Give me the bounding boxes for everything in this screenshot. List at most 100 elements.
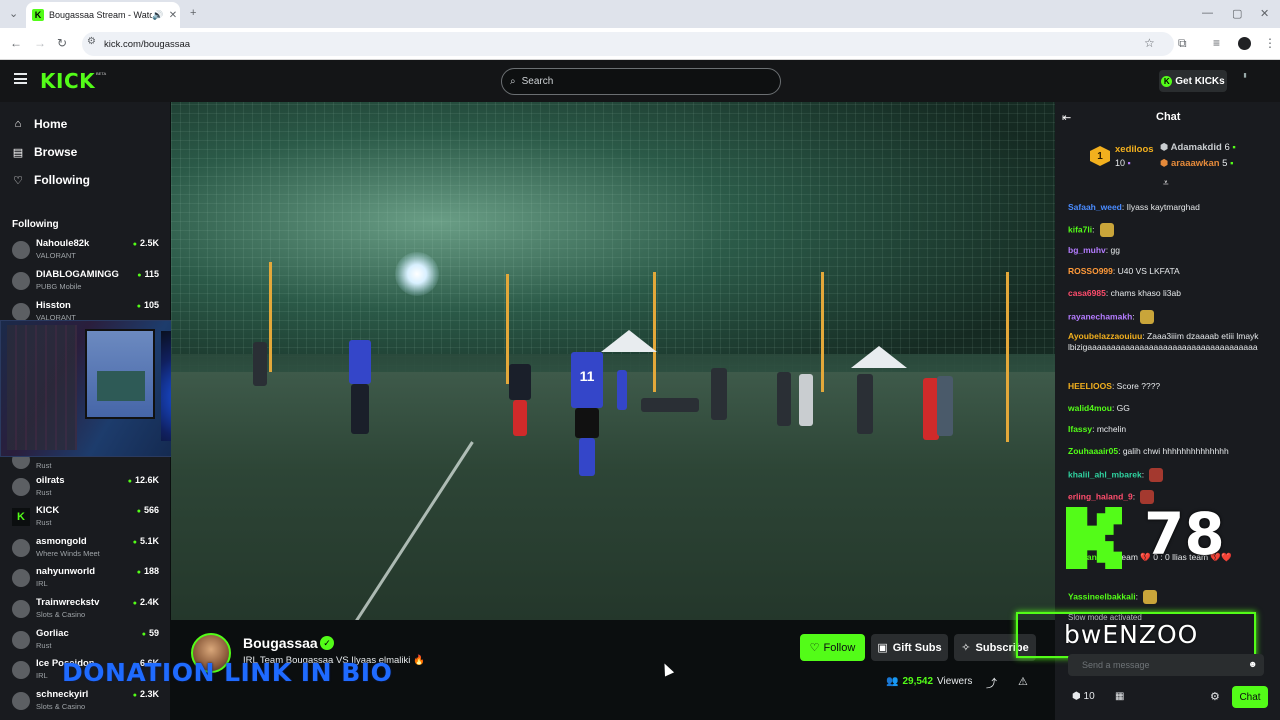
share-icon[interactable]: ⤴ [986,675,997,691]
sidebar-item-home[interactable]: ⌂ Home [12,117,68,131]
channel-viewers: 2.3K [133,689,159,699]
sidebar-channel[interactable]: asmongold Where Winds Meet 5.1K [12,536,162,564]
leader-3-name: araaawkan [1170,158,1220,169]
channel-viewers: 115 [137,269,159,279]
leaderboard-name[interactable]: ⬢ Adamakdid 6 ▪ [1160,142,1236,153]
channel-name: Gorliac [36,628,69,639]
sidebar-item-label: Home [34,117,68,131]
chat-username[interactable]: Zouhaaair05 [1068,446,1118,456]
get-kicks-label: Get KICKs [1175,75,1225,87]
chat-username[interactable]: HEELIOOS [1068,381,1112,391]
chat-username[interactable]: Ayoubelazzaouiuu [1068,331,1142,341]
leaderboard-name[interactable]: xediloos [1115,144,1154,155]
extensions-icon[interactable]: ⧉ [1178,36,1187,51]
tent [601,330,657,352]
close-tab-icon[interactable]: ✕ [166,10,180,21]
back-icon[interactable]: ← [10,36,22,50]
channel-viewers: 2.4K [133,597,159,607]
leader-2-count: 6 [1224,142,1230,153]
chat-username[interactable]: ROSSO999 [1068,266,1113,276]
chat-username[interactable]: Safaah_weed [1068,202,1122,212]
browser-menu-icon[interactable]: ⋮ [1264,36,1276,50]
channel-viewers: 566 [137,505,159,515]
emote-picker-icon[interactable]: ☻ [1248,659,1257,669]
emote-icon [1140,310,1154,324]
sidebar-channel[interactable]: oilrats Rust 12.6K [12,475,162,503]
sidebar-channel[interactable]: Trainwreckstv Slots & Casino 2.4K [12,597,162,625]
heart-icon: ♡ [809,642,820,654]
sidebar-item-following[interactable]: ♡ Following [12,173,90,187]
chat-username[interactable]: casa6985 [1068,288,1106,298]
kick-logo[interactable]: KICK [40,69,95,93]
follow-button[interactable]: ♡ Follow [800,634,865,661]
collapse-chat-icon[interactable]: ⇤ [1062,111,1071,124]
channel-points[interactable]: ⬢ 10 [1072,691,1095,702]
maximize-icon[interactable]: ▢ [1232,7,1242,20]
minimize-icon[interactable]: — [1202,7,1213,19]
chat-message-input[interactable]: Send a message [1068,654,1264,676]
chat-username[interactable]: erling_haland_9 [1068,491,1133,501]
search-input[interactable]: ⌕ Search [501,68,781,95]
chat-settings-icon[interactable]: ⚙ [1210,690,1220,703]
chat-username[interactable]: Yassineelbakkali [1068,591,1136,601]
chat-message: Safaah_weed: Ilyass kaytmarghad [1068,202,1268,213]
sidebar-channel[interactable]: schneckyirl Slots & Casino 2.3K [12,689,162,717]
address-bar-row: kick.com/bougassaa [0,28,1280,60]
chat-message: khalil_ahl_mbarek: [1068,468,1268,482]
chat-username[interactable]: Ifassy [1068,424,1092,434]
chat-text: Ilyass kaytmarghad [1126,202,1200,212]
audio-icon[interactable]: 🔊 [152,10,166,21]
player [575,408,599,438]
channel-name: DIABLOGAMINGG [36,269,119,280]
video-player[interactable]: 11 [171,102,1055,620]
channel-category: Rust [36,641,52,650]
chat-username[interactable]: rayanechamakh [1068,311,1132,321]
chat-gift-icon[interactable]: ▦ [1115,691,1124,702]
chat-username[interactable]: walid4mou [1068,403,1112,413]
channel-category: Where Winds Meet [36,549,100,558]
player [711,368,727,420]
neon-name-text: bwENZOO [1064,620,1199,649]
profile-avatar[interactable] [1238,37,1251,50]
chat-text: galih chwi hhhhhhhhhhhhhh [1122,446,1229,456]
media-icon[interactable]: ≡ [1213,36,1220,50]
report-icon[interactable]: ⚠ [1018,675,1028,688]
site-info-icon[interactable]: ⚙ [87,36,96,47]
browser-tab[interactable]: K Bougassaa Stream - Watch 🔊 ✕ [26,2,180,28]
player-lying [641,398,699,412]
tab-search-icon[interactable]: ⌄ [9,7,18,20]
leaderboard-name[interactable]: ⬢ araaawkan 5 ▪ [1160,158,1233,169]
new-tab-icon[interactable]: + [190,7,196,19]
url-field[interactable]: kick.com/bougassaa [82,32,1174,56]
sidebar-channel[interactable]: Gorliac Rust 59 [12,628,162,656]
window-close-icon[interactable]: ✕ [1260,7,1269,20]
streamer-name[interactable]: Bougassaa [243,635,318,651]
reload-icon[interactable]: ↻ [57,36,67,50]
bookmark-star-icon[interactable]: ☆ [1144,36,1155,50]
channel-name: Nahoule82k [36,238,90,249]
chat-username[interactable]: khalil_ahl_mbarek [1068,469,1142,479]
sidebar-channel[interactable]: K KICK Rust 566 [12,505,162,533]
forward-icon[interactable]: → [34,36,46,50]
channel-avatar [12,539,30,557]
get-kicks-button[interactable]: K Get KICKs [1159,70,1227,92]
sidebar-item-browse[interactable]: ▤ Browse [12,145,78,159]
sidebar-channel[interactable]: DIABLOGAMINGG PUBG Mobile 115 [12,269,162,297]
expand-leaderboard-icon[interactable]: ⩡ [1163,178,1169,189]
user-menu-icon[interactable]: ▮ [1237,72,1253,90]
chat-send-button[interactable]: Chat [1232,686,1268,708]
chat-username[interactable]: kifa7li [1068,224,1092,234]
menu-icon[interactable] [14,73,27,84]
channel-avatar [12,272,30,290]
channel-viewers: 5.1K [133,536,159,546]
sidebar-channel[interactable]: Nahoule82k VALORANT 2.5K [12,238,162,266]
channel-viewers: 188 [137,566,159,576]
chat-text: Score ???? [1116,381,1161,391]
channel-category: Rust [36,461,52,470]
chat-username[interactable]: bg_muhv [1068,245,1106,255]
search-placeholder: Search [521,76,554,87]
gift-subs-button[interactable]: ▣ Gift Subs [871,634,948,661]
viewer-count: 👥 29,542 Viewers [886,676,972,687]
sidebar-channel[interactable]: nahyunworld IRL 188 [12,566,162,594]
player [857,374,873,434]
